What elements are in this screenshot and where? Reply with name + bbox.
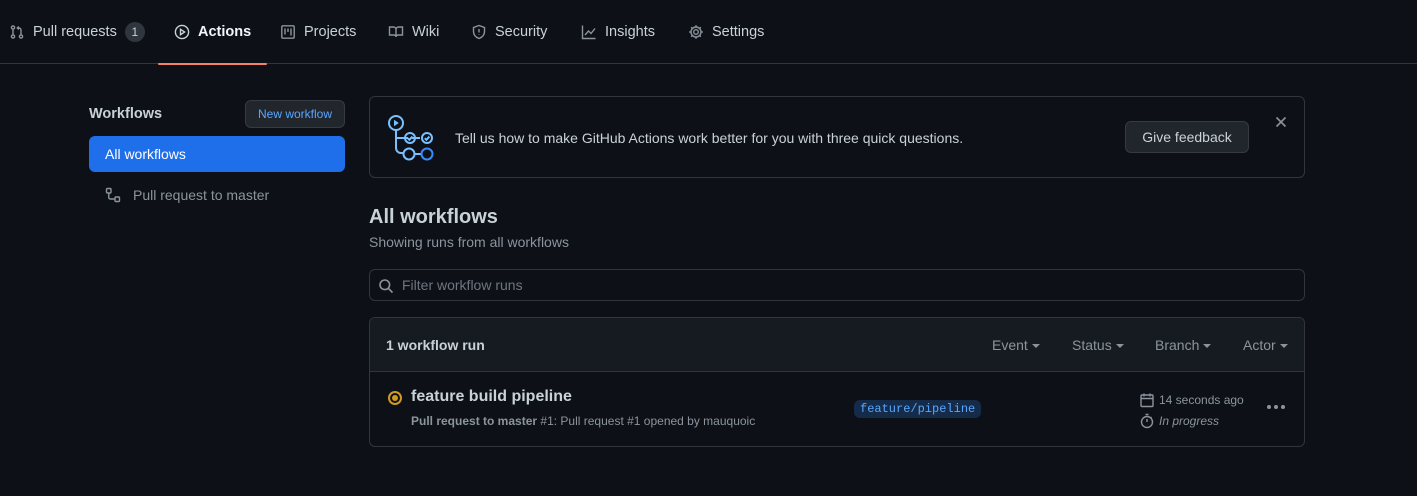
run-time: 14 seconds ago — [1139, 392, 1244, 408]
tab-label: Wiki — [412, 24, 440, 40]
page-title: All workflows — [369, 206, 498, 228]
workflow-icon — [105, 187, 121, 203]
tab-label: Settings — [712, 24, 765, 40]
tab-actions[interactable]: Actions — [157, 0, 268, 65]
run-status-text: In progress — [1159, 414, 1220, 428]
branch-label[interactable]: feature/pipeline — [854, 400, 982, 418]
tab-wiki[interactable]: Wiki — [388, 0, 439, 64]
git-pull-request-icon — [10, 25, 24, 39]
event-filter-dropdown[interactable]: Event — [992, 337, 1040, 353]
filter-workflow-runs — [369, 269, 1305, 301]
pull-request-counter: 1 — [124, 22, 145, 42]
play-icon — [174, 24, 190, 40]
status-filter-dropdown[interactable]: Status — [1072, 337, 1124, 353]
workflow-run-count: 1 workflow run — [386, 337, 485, 353]
shield-icon — [472, 24, 486, 40]
book-icon — [388, 26, 404, 38]
tab-label: Actions — [198, 24, 252, 40]
project-icon — [281, 25, 295, 39]
workflow-runs-list: 1 workflow run Event Status Branch Actor… — [369, 317, 1305, 447]
graph-icon — [581, 25, 596, 40]
close-banner-button[interactable] — [1273, 114, 1289, 130]
run-description: #1: Pull request #1 opened by mauquoic — [540, 414, 756, 428]
search-icon — [379, 279, 394, 294]
dropdown-label: Actor — [1243, 337, 1276, 353]
tab-label: Pull requests — [33, 24, 117, 40]
dropdown-label: Status — [1072, 337, 1112, 353]
tab-label: Projects — [304, 24, 357, 40]
sidebar-item-label: Pull request to master — [133, 187, 270, 203]
tab-insights[interactable]: Insights — [581, 0, 655, 64]
chevron-down-icon — [1115, 344, 1124, 349]
search-input[interactable] — [402, 270, 1292, 300]
new-workflow-button[interactable]: New workflow — [245, 100, 345, 128]
run-time-text: 14 seconds ago — [1159, 393, 1244, 407]
tab-pull-requests[interactable]: Pull requests 1 — [9, 0, 145, 64]
tab-settings[interactable]: Settings — [688, 0, 764, 64]
sidebar-title: Workflows — [89, 106, 163, 122]
chevron-down-icon — [1203, 344, 1212, 349]
in-progress-status-icon — [388, 391, 402, 405]
feedback-banner-text: Tell us how to make GitHub Actions work … — [455, 130, 964, 146]
give-feedback-button[interactable]: Give feedback — [1125, 121, 1249, 153]
run-options-kebab-icon[interactable] — [1267, 399, 1287, 415]
run-meta: Pull request to master #1: Pull request … — [411, 414, 755, 428]
gear-icon — [689, 25, 703, 39]
tab-label: Security — [495, 24, 548, 40]
branch-filter-dropdown[interactable]: Branch — [1155, 337, 1212, 353]
feedback-banner: Tell us how to make GitHub Actions work … — [369, 96, 1305, 178]
run-title-link[interactable]: feature build pipeline — [411, 388, 572, 406]
page-subtitle: Showing runs from all workflows — [369, 234, 569, 250]
tab-label: Insights — [605, 24, 655, 40]
tab-security[interactable]: Security — [471, 0, 547, 64]
actions-workflow-illustration-icon — [388, 115, 434, 161]
repo-tab-bar: Pull requests 1 Actions Projects Wiki Se… — [0, 0, 1417, 65]
run-status: In progress — [1139, 413, 1219, 429]
sidebar-item-all-workflows[interactable]: All workflows — [89, 136, 345, 172]
run-workflow-name: Pull request to master — [411, 414, 538, 428]
actor-filter-dropdown[interactable]: Actor — [1243, 337, 1288, 353]
dropdown-label: Branch — [1155, 337, 1200, 353]
tab-projects[interactable]: Projects — [280, 0, 356, 64]
sidebar-item-pull-request-to-master[interactable]: Pull request to master — [89, 177, 345, 213]
stopwatch-icon — [1140, 413, 1154, 429]
chevron-down-icon — [1279, 344, 1288, 349]
workflow-runs-header: 1 workflow run Event Status Branch Actor — [370, 318, 1304, 372]
close-icon — [1275, 116, 1287, 128]
calendar-icon — [1140, 393, 1154, 408]
dropdown-label: Event — [992, 337, 1028, 353]
chevron-down-icon — [1031, 344, 1040, 349]
